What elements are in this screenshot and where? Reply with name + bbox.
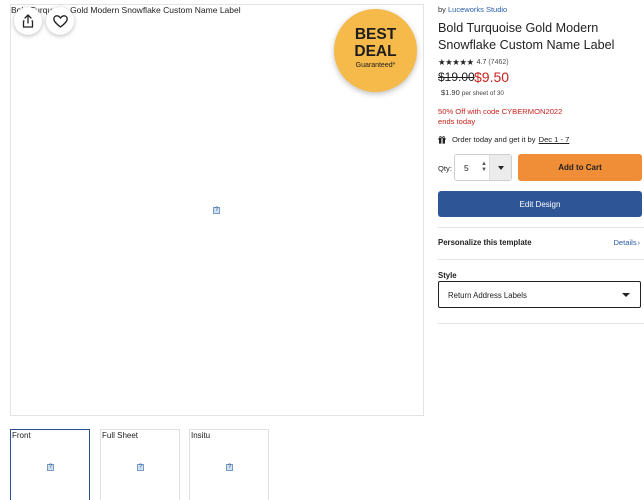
rating-row[interactable]: ★★★★★ 4.7 (7462) xyxy=(438,57,509,68)
best-deal-badge: BEST DEAL Guaranteed* xyxy=(334,9,417,92)
quantity-select[interactable]: 5 ▲ ▼ xyxy=(454,154,512,181)
details-link-label: Details xyxy=(613,238,637,247)
details-link[interactable]: Details› xyxy=(613,238,640,247)
style-label: Style xyxy=(438,271,457,280)
star-rating-icon: ★★★★★ xyxy=(438,57,474,67)
gift-icon xyxy=(438,136,446,144)
review-count: (7462) xyxy=(488,59,509,66)
by-prefix: by xyxy=(438,5,446,14)
quantity-value: 5 xyxy=(464,163,469,173)
share-button[interactable] xyxy=(14,7,42,35)
thumbnail-label: Full Sheet xyxy=(102,431,139,440)
delivery-date-link[interactable]: Dec 1 - 7 xyxy=(539,135,570,144)
original-price: $19.00 xyxy=(438,70,475,84)
broken-image-icon: ? xyxy=(137,464,144,471)
chevron-down-icon xyxy=(622,293,630,297)
image-alt-text: Bold Turquoise Gold Modern Snowflake Cus… xyxy=(11,5,241,15)
chevron-down-icon xyxy=(498,166,504,170)
edit-design-button[interactable]: Edit Design xyxy=(438,191,642,217)
badge-line-best: BEST xyxy=(354,26,397,43)
style-selected-value: Return Address Labels xyxy=(448,291,527,300)
sale-price: $9.50 xyxy=(474,69,510,85)
delivery-text: Order today and get it by xyxy=(452,135,536,144)
thumbnail-front[interactable]: Front ? xyxy=(10,429,90,500)
share-icon xyxy=(22,14,34,28)
thumbnail-full-sheet[interactable]: Full Sheet ? xyxy=(100,429,180,500)
rating-score: 4.7 xyxy=(476,59,487,66)
brand-link[interactable]: Luceworks Studio xyxy=(448,5,507,14)
favorite-button[interactable] xyxy=(46,7,74,35)
unit-price-value: $1.90 xyxy=(441,88,460,97)
chevron-right-icon: › xyxy=(637,240,640,247)
thumbnail-insitu[interactable]: Insitu ? xyxy=(189,429,269,500)
quantity-stepper-icon[interactable]: ▲ ▼ xyxy=(481,161,487,173)
promo-code-text: 50% Off with code CYBERMON2022 xyxy=(438,107,563,116)
brand-line: by Luceworks Studio xyxy=(438,5,507,14)
promo-expiry-text: ends today xyxy=(438,117,476,126)
badge-guaranteed: Guaranteed* xyxy=(355,62,396,69)
badge-line-deal: DEAL xyxy=(354,43,397,60)
divider xyxy=(438,259,644,260)
divider xyxy=(438,323,644,324)
unit-price-suffix: per sheet of 30 xyxy=(461,90,504,97)
broken-image-icon: ? xyxy=(226,464,233,471)
broken-image-icon: ? xyxy=(47,464,54,471)
delivery-estimate: Order today and get it by Dec 1 - 7 xyxy=(438,135,569,144)
thumbnail-label: Front xyxy=(12,431,31,440)
heart-icon xyxy=(52,14,68,28)
unit-price: $1.90 per sheet of 30 xyxy=(441,88,504,97)
promo-message: 50% Off with code CYBERMON2022 ends toda… xyxy=(438,107,562,127)
personalize-heading: Personalize this template xyxy=(438,238,532,247)
product-title: Bold Turquoise Gold Modern Snowflake Cus… xyxy=(438,21,615,52)
broken-image-icon: ? xyxy=(213,207,220,214)
quantity-label: Qty: xyxy=(438,164,452,173)
quantity-dropdown-button[interactable] xyxy=(489,155,511,180)
divider xyxy=(438,227,644,228)
add-to-cart-button[interactable]: Add to Cart xyxy=(518,154,642,181)
style-dropdown[interactable]: Return Address Labels xyxy=(438,281,641,308)
thumbnail-label: Insitu xyxy=(191,431,211,440)
